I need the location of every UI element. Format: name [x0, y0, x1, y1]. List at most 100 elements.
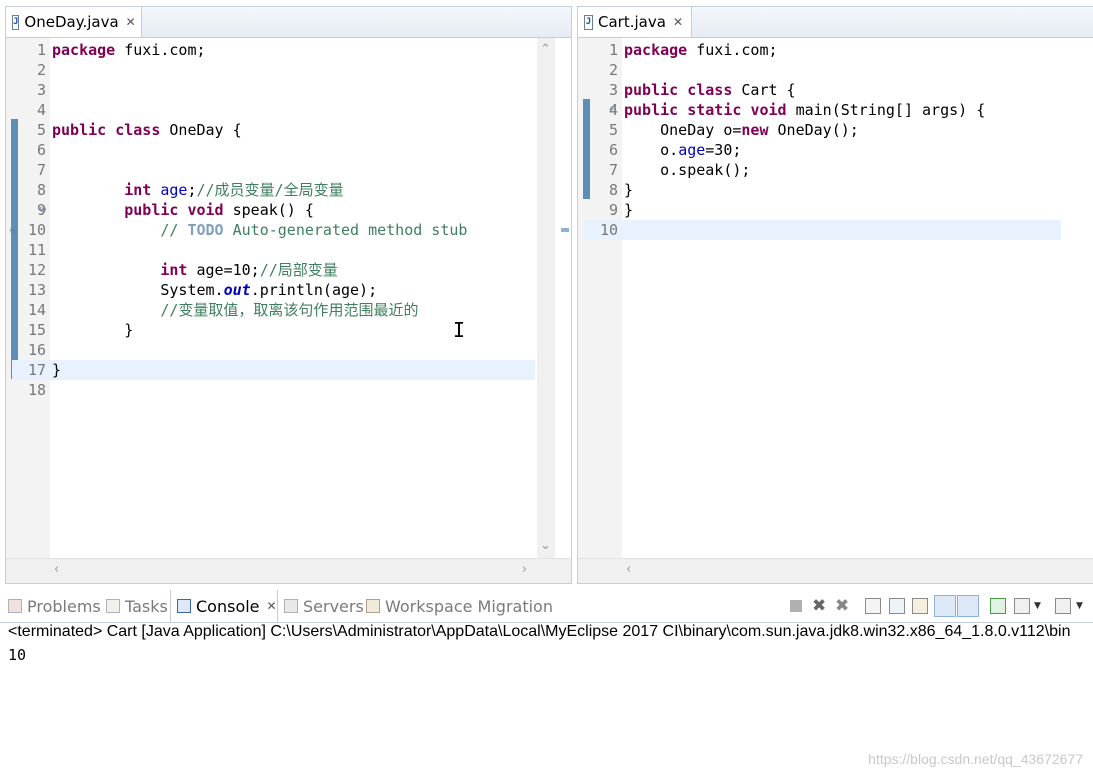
code-line[interactable]: 8} [578, 180, 1093, 200]
code-line[interactable]: 2 [6, 60, 571, 80]
new-console-icon[interactable] [1055, 598, 1071, 614]
remove-all-icon[interactable]: ✖ [835, 598, 851, 615]
line-number: 5 [608, 121, 618, 139]
chevron-down-icon[interactable]: ▼ [1076, 598, 1086, 614]
code-text[interactable]: int age;//成员变量/全局变量 [52, 180, 343, 200]
scroll-left-icon[interactable]: ‹ [626, 562, 631, 577]
code-token: ; [187, 181, 197, 199]
code-line[interactable]: 5 public class OneDay { [6, 120, 571, 140]
code-line[interactable]: 3 public class Cart { [578, 80, 1093, 100]
code-line[interactable]: 2 [578, 60, 1093, 80]
code-line[interactable]: 10 // TODO Auto-generated method stub [6, 220, 571, 240]
code-token: out [223, 281, 251, 299]
java-file-icon: J [12, 14, 20, 30]
fold-toggle-icon[interactable]: ⊖ [609, 105, 617, 115]
code-line[interactable]: 9} [578, 200, 1093, 220]
code-line[interactable]: 9 public void speak() { [6, 200, 571, 220]
open-console-icon[interactable] [990, 598, 1006, 614]
horizontal-scrollbar[interactable]: ‹ › [6, 558, 571, 583]
close-icon[interactable]: ✕ [673, 15, 683, 29]
code-line[interactable]: 18 [6, 380, 571, 400]
line-number: 16 [27, 341, 46, 359]
fold-toggle-icon[interactable]: ⊖ [39, 205, 47, 215]
tab-oneday-java[interactable]: J OneDay.java ✕ [6, 7, 142, 37]
stop-icon[interactable] [790, 600, 802, 612]
code-text[interactable]: o.speak(); [624, 160, 750, 180]
code-line[interactable]: 3 [6, 80, 571, 100]
code-line[interactable]: 4 [6, 100, 571, 120]
code-text[interactable]: public static void main(String[] args) { [624, 100, 985, 120]
scroll-right-icon[interactable]: › [522, 562, 527, 577]
scroll-down-icon[interactable]: ⌄ [540, 538, 551, 553]
code-line[interactable]: 12 int age=10;//局部变量 [6, 260, 571, 280]
code-line[interactable]: 7 o.speak(); [578, 160, 1093, 180]
tab-cart-java[interactable]: J Cart.java ✕ [578, 7, 692, 37]
code-token: Cart { [732, 81, 796, 99]
code-line[interactable]: 6 [6, 140, 571, 160]
code-area[interactable]: 1 package fuxi.com; 2 3 public class Cart {4… [578, 38, 1093, 583]
code-line[interactable]: 1 package fuxi.com; [578, 40, 1093, 60]
code-area[interactable]: ✎ 1 package fuxi.com; 2 3 4 5 public class One… [6, 38, 571, 583]
code-text[interactable]: package fuxi.com; [52, 40, 206, 60]
close-icon[interactable]: ✕ [126, 15, 136, 29]
code-token: } [624, 201, 634, 219]
code-line[interactable]: 8 int age;//成员变量/全局变量 [6, 180, 571, 200]
editor-cart: J Cart.java ✕ 1 package fuxi.com; 2 3 public… [577, 6, 1093, 584]
tab-problems[interactable]: Problems [8, 590, 101, 622]
code-line[interactable]: 14 //变量取值，取离该句作用范围最近的 [6, 300, 571, 320]
console-icon [177, 599, 191, 613]
code-text[interactable]: } [624, 180, 633, 200]
code-token: void [187, 201, 224, 219]
show-on-stderr-icon[interactable] [957, 595, 979, 617]
code-text[interactable]: // TODO Auto-generated method stub [52, 220, 467, 240]
vertical-scrollbar[interactable]: ⌃ ⌄ [537, 38, 555, 559]
code-line[interactable]: 17} [12, 360, 535, 380]
chevron-down-icon[interactable]: ▼ [1034, 598, 1044, 614]
code-text[interactable]: } [52, 320, 133, 340]
code-line[interactable]: 16 [6, 340, 571, 360]
word-wrap-icon[interactable] [889, 598, 905, 614]
code-line[interactable]: 1 package fuxi.com; [6, 40, 571, 60]
code-text[interactable]: public void speak() { [52, 200, 314, 220]
tab-label: Tasks [125, 596, 168, 616]
code-text[interactable]: public class OneDay { [52, 120, 242, 140]
console-tabbar: Problems Tasks Console ✕ Servers Workspa… [0, 590, 1093, 623]
display-console-icon[interactable] [1014, 598, 1030, 614]
code-line[interactable]: 13 System.out.println(age); [6, 280, 571, 300]
code-text[interactable]: package fuxi.com; [624, 40, 778, 60]
code-text[interactable]: int age=10;//局部变量 [52, 260, 337, 280]
code-token: public [624, 101, 679, 119]
code-line[interactable]: 10 [584, 220, 1061, 240]
tab-servers[interactable]: Servers [284, 590, 364, 622]
show-on-stdout-icon[interactable] [934, 595, 956, 617]
scroll-left-icon[interactable]: ‹ [54, 562, 59, 577]
line-number: 10 [27, 221, 46, 239]
code-text[interactable]: OneDay o=new OneDay(); [624, 120, 859, 140]
code-text[interactable]: } [624, 200, 633, 220]
code-line[interactable]: 15 } [6, 320, 571, 340]
code-line[interactable]: 7 [6, 160, 571, 180]
horizontal-scrollbar[interactable]: ‹ [578, 558, 1093, 583]
console-output[interactable]: 10 [8, 646, 26, 664]
tab-tasks[interactable]: Tasks [106, 590, 168, 622]
tab-workspace-migration[interactable]: Workspace Migration [366, 590, 553, 622]
code-line[interactable]: 11 [6, 240, 571, 260]
tab-console[interactable]: Console ✕ [170, 590, 278, 622]
code-text[interactable]: //变量取值，取离该句作用范围最近的 [52, 300, 418, 320]
overview-marker[interactable] [561, 228, 569, 232]
scroll-up-icon[interactable]: ⌃ [540, 42, 551, 57]
close-icon[interactable]: ✕ [267, 599, 277, 613]
code-text[interactable]: } [52, 360, 61, 380]
code-line[interactable]: 5 OneDay o=new OneDay(); [578, 120, 1093, 140]
remove-launch-icon[interactable]: ✖ [812, 598, 828, 615]
code-text[interactable]: o.age=30; [624, 140, 741, 160]
pin-console-icon[interactable] [912, 598, 928, 614]
scroll-lock-icon[interactable] [865, 598, 881, 614]
code-line[interactable]: 6 o.age=30; [578, 140, 1093, 160]
code-token: } [52, 321, 134, 339]
code-line[interactable]: 4 public static void main(String[] args) … [578, 100, 1093, 120]
code-text[interactable]: System.out.println(age); [52, 280, 377, 300]
code-text[interactable]: public class Cart { [624, 80, 796, 100]
code-token: Auto-generated method stub [223, 221, 468, 239]
